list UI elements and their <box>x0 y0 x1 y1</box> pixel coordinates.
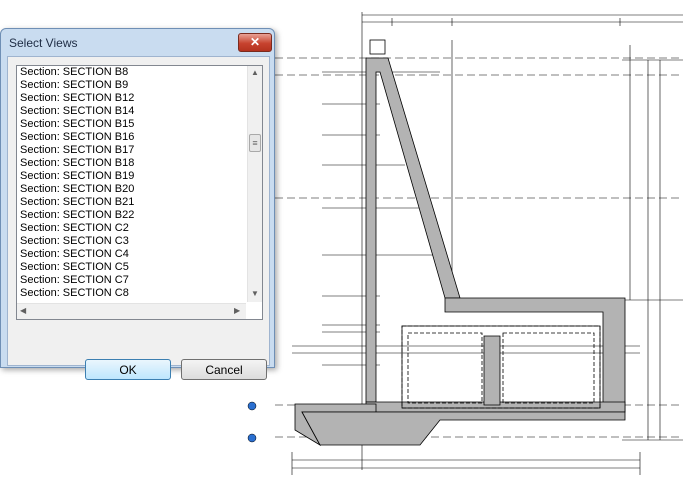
close-button[interactable]: ✕ <box>238 33 272 52</box>
list-item[interactable]: Section: SECTION C7 <box>17 274 246 287</box>
list-item[interactable]: Section: SECTION B17 <box>17 144 246 157</box>
list-item[interactable]: Section: SECTION B14 <box>17 105 246 118</box>
list-item[interactable]: Section: SECTION B20 <box>17 183 246 196</box>
list-item[interactable]: Section: SECTION C8 <box>17 287 246 300</box>
dialog-body: Section: SECTION B8 Section: SECTION B9 Se… <box>7 56 270 380</box>
scroll-left-icon[interactable]: ◀ <box>20 306 26 316</box>
scroll-thumb[interactable]: ≡ <box>249 134 261 152</box>
list-item[interactable]: Section: SECTION B22 <box>17 209 246 222</box>
list-item[interactable]: Section: SECTION B16 <box>17 131 246 144</box>
views-list[interactable]: Section: SECTION B8 Section: SECTION B9 Se… <box>17 66 246 302</box>
close-icon: ✕ <box>249 35 261 49</box>
list-item[interactable]: Section: SECTION B8 <box>17 66 246 79</box>
list-item[interactable]: Section: SECTION B12 <box>17 92 246 105</box>
list-item[interactable]: Section: SECTION C5 <box>17 261 246 274</box>
list-item[interactable]: Section: SECTION C4 <box>17 248 246 261</box>
cancel-button[interactable]: Cancel <box>181 359 267 380</box>
dialog-title: Select Views <box>9 36 78 50</box>
scroll-up-icon[interactable]: ▲ <box>251 68 259 78</box>
select-views-dialog: Select Views ✕ Section: SECTION B8 Sectio… <box>0 28 275 380</box>
list-item[interactable]: Section: SECTION B18 <box>17 157 246 170</box>
list-item[interactable]: Section: SECTION B15 <box>17 118 246 131</box>
ok-button[interactable]: OK <box>85 359 171 380</box>
list-item[interactable]: Section: SECTION B9 <box>17 79 246 92</box>
list-item[interactable]: Section: SECTION C3 <box>17 235 246 248</box>
scroll-down-icon[interactable]: ▼ <box>251 289 259 299</box>
list-item[interactable]: Section: SECTION B19 <box>17 170 246 183</box>
vertical-scrollbar[interactable]: ▲ ≡ ▼ <box>247 66 262 302</box>
list-item[interactable]: Section: SECTION C2 <box>17 222 246 235</box>
views-listbox[interactable]: Section: SECTION B8 Section: SECTION B9 Se… <box>16 65 263 320</box>
list-item[interactable]: Section: SECTION B21 <box>17 196 246 209</box>
scroll-right-icon[interactable]: ▶ <box>234 306 240 316</box>
horizontal-scrollbar[interactable]: ◀ ▶ <box>17 303 246 319</box>
